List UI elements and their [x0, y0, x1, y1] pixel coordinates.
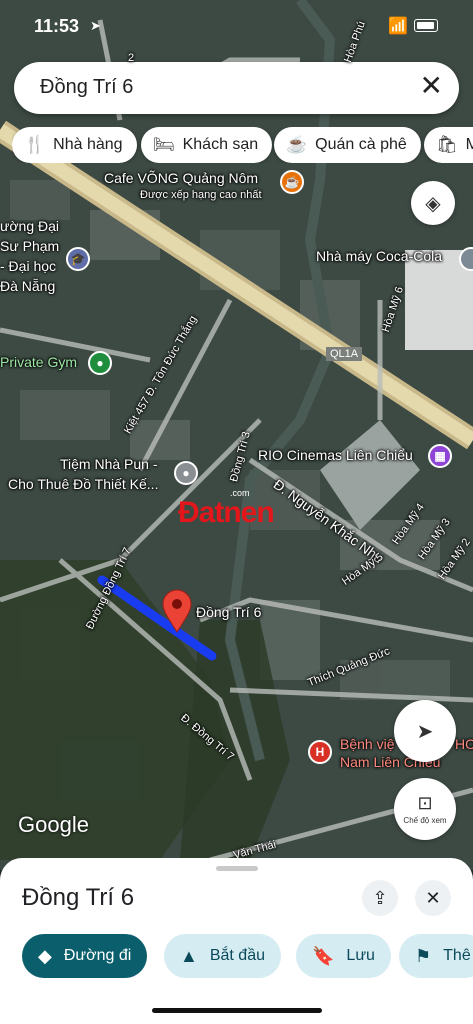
wifi-icon: 📶	[388, 18, 408, 35]
close-icon: ✕	[425, 887, 441, 908]
shopping-bag-icon: 🛍	[436, 135, 458, 154]
sheet-drag-handle[interactable]	[216, 866, 258, 871]
school-poi-icon[interactable]: 🎓	[66, 247, 90, 271]
map-label-hospital-1: Bệnh việ	[340, 736, 395, 752]
location-arrow-icon: ➤	[90, 18, 101, 33]
chip-hotels[interactable]: 🛏 Khách sạn	[141, 127, 273, 163]
map-label-hospital-1b: HOA	[455, 736, 473, 752]
save-label: Lưu	[346, 947, 375, 964]
chip-label: Khách sạn	[182, 136, 259, 153]
bookmark-icon: 🔖	[312, 945, 335, 966]
directions-label: Đường đi	[63, 947, 132, 964]
watermark-text: Đatnen	[178, 496, 275, 529]
clear-search-icon[interactable]: ✕	[420, 72, 443, 100]
chip-cafes[interactable]: ☕ Quán cà phê	[274, 127, 421, 163]
fork-knife-icon: 🍴	[24, 135, 46, 154]
layers-icon: ◈	[425, 192, 441, 215]
street-view-button[interactable]: ⊡ Chế độ xem	[394, 778, 456, 840]
map-label-university-4: Đà Nẵng	[0, 278, 56, 294]
navigate-icon: ▲	[180, 945, 198, 966]
navigation-arrow-icon: ➤	[416, 720, 434, 743]
chip-label: Quán cà phê	[315, 136, 407, 153]
map-label-tiem-1: Tiệm Nhà Pun -	[60, 456, 158, 472]
start-label: Bắt đầu	[209, 947, 265, 964]
map-label-cafe-sub: Được xếp hạng cao nhất	[140, 189, 262, 201]
search-query[interactable]: Đồng Trí 6	[40, 76, 133, 99]
map-label-rio: RIO Cinemas Liên Chiểu	[258, 447, 413, 463]
map-label-cafe: Cafe VÕNG Quảng Nôm	[104, 170, 259, 186]
map-label-gym: Private Gym	[0, 354, 78, 370]
map-label-dong-tri-6: Đồng Trí 6	[196, 604, 262, 620]
place-bottom-sheet[interactable]: Đồng Trí 6 ⇪ ✕ ◆ Đường đi ▲ Bắt đầu 🔖 Lưu ⚑…	[0, 858, 473, 1024]
flag-icon: ⚑	[415, 945, 432, 966]
street-view-icon: ⊡	[417, 793, 433, 813]
watermark-logo: Đatnen .com	[178, 488, 275, 530]
watermark-small-text: .com	[230, 488, 250, 498]
search-bar[interactable]: Đồng Trí 6 ✕	[14, 62, 459, 114]
status-time: 11:53	[34, 16, 80, 36]
cinema-poi-icon[interactable]: ▦	[428, 444, 452, 468]
map-label-university-1: ường Đại	[0, 218, 60, 234]
directions-icon: ◆	[38, 945, 52, 966]
chip-restaurants[interactable]: 🍴 Nhà hàng	[12, 127, 137, 163]
battery-icon	[414, 19, 438, 32]
close-sheet-button[interactable]: ✕	[415, 880, 451, 916]
share-icon: ⇪	[372, 887, 388, 908]
map-label-tiem-2: Cho Thuê Đồ Thiết Kế...	[8, 476, 159, 492]
map-label-university-3: - Đại học	[0, 258, 57, 274]
place-title: Đồng Trí 6	[22, 884, 135, 911]
coffee-cup-icon: ☕	[286, 135, 308, 154]
street-view-label: Chế độ xem	[403, 816, 447, 825]
chip-label: M	[465, 136, 473, 153]
bed-icon: 🛏	[153, 135, 175, 154]
action-buttons: ◆ Đường đi ▲ Bắt đầu 🔖 Lưu ⚑ Thê	[22, 934, 473, 978]
map-label-coca-cola: Nhà máy Coca-Cola	[316, 248, 443, 264]
cafe-poi-icon[interactable]: ☕	[280, 170, 304, 194]
map-label-street-2: 2	[128, 52, 135, 64]
map-label-university-2: Sư Phạm	[0, 238, 60, 254]
chip-label: Nhà hàng	[53, 136, 123, 153]
map-view[interactable]: 11:53 ➤ 📶 Đồng Trí 6 ✕ 🍴 Nhà hàng 🛏 Khách …	[0, 0, 473, 870]
add-label-label: Thê	[443, 947, 471, 964]
save-button[interactable]: 🔖 Lưu	[296, 934, 391, 978]
home-indicator	[152, 1008, 322, 1013]
hospital-poi-icon[interactable]: H	[308, 740, 332, 764]
google-logo: Google	[18, 812, 89, 837]
category-chips: 🍴 Nhà hàng 🛏 Khách sạn ☕ Quán cà phê 🛍 M	[12, 127, 473, 163]
my-location-button[interactable]: ➤	[394, 700, 456, 762]
share-button[interactable]: ⇪	[362, 880, 398, 916]
chip-shopping[interactable]: 🛍 M	[424, 127, 473, 163]
add-label-button[interactable]: ⚑ Thê	[399, 934, 473, 978]
ql1a-shield: QL1A	[326, 347, 363, 361]
shop-poi-icon[interactable]: ●	[174, 461, 198, 485]
directions-button[interactable]: ◆ Đường đi	[22, 934, 148, 978]
layers-button[interactable]: ◈	[411, 181, 455, 225]
status-bar: 11:53 ➤ 📶	[0, 0, 473, 50]
start-button[interactable]: ▲ Bắt đầu	[164, 934, 281, 978]
gym-poi-icon[interactable]: ●	[88, 351, 112, 375]
